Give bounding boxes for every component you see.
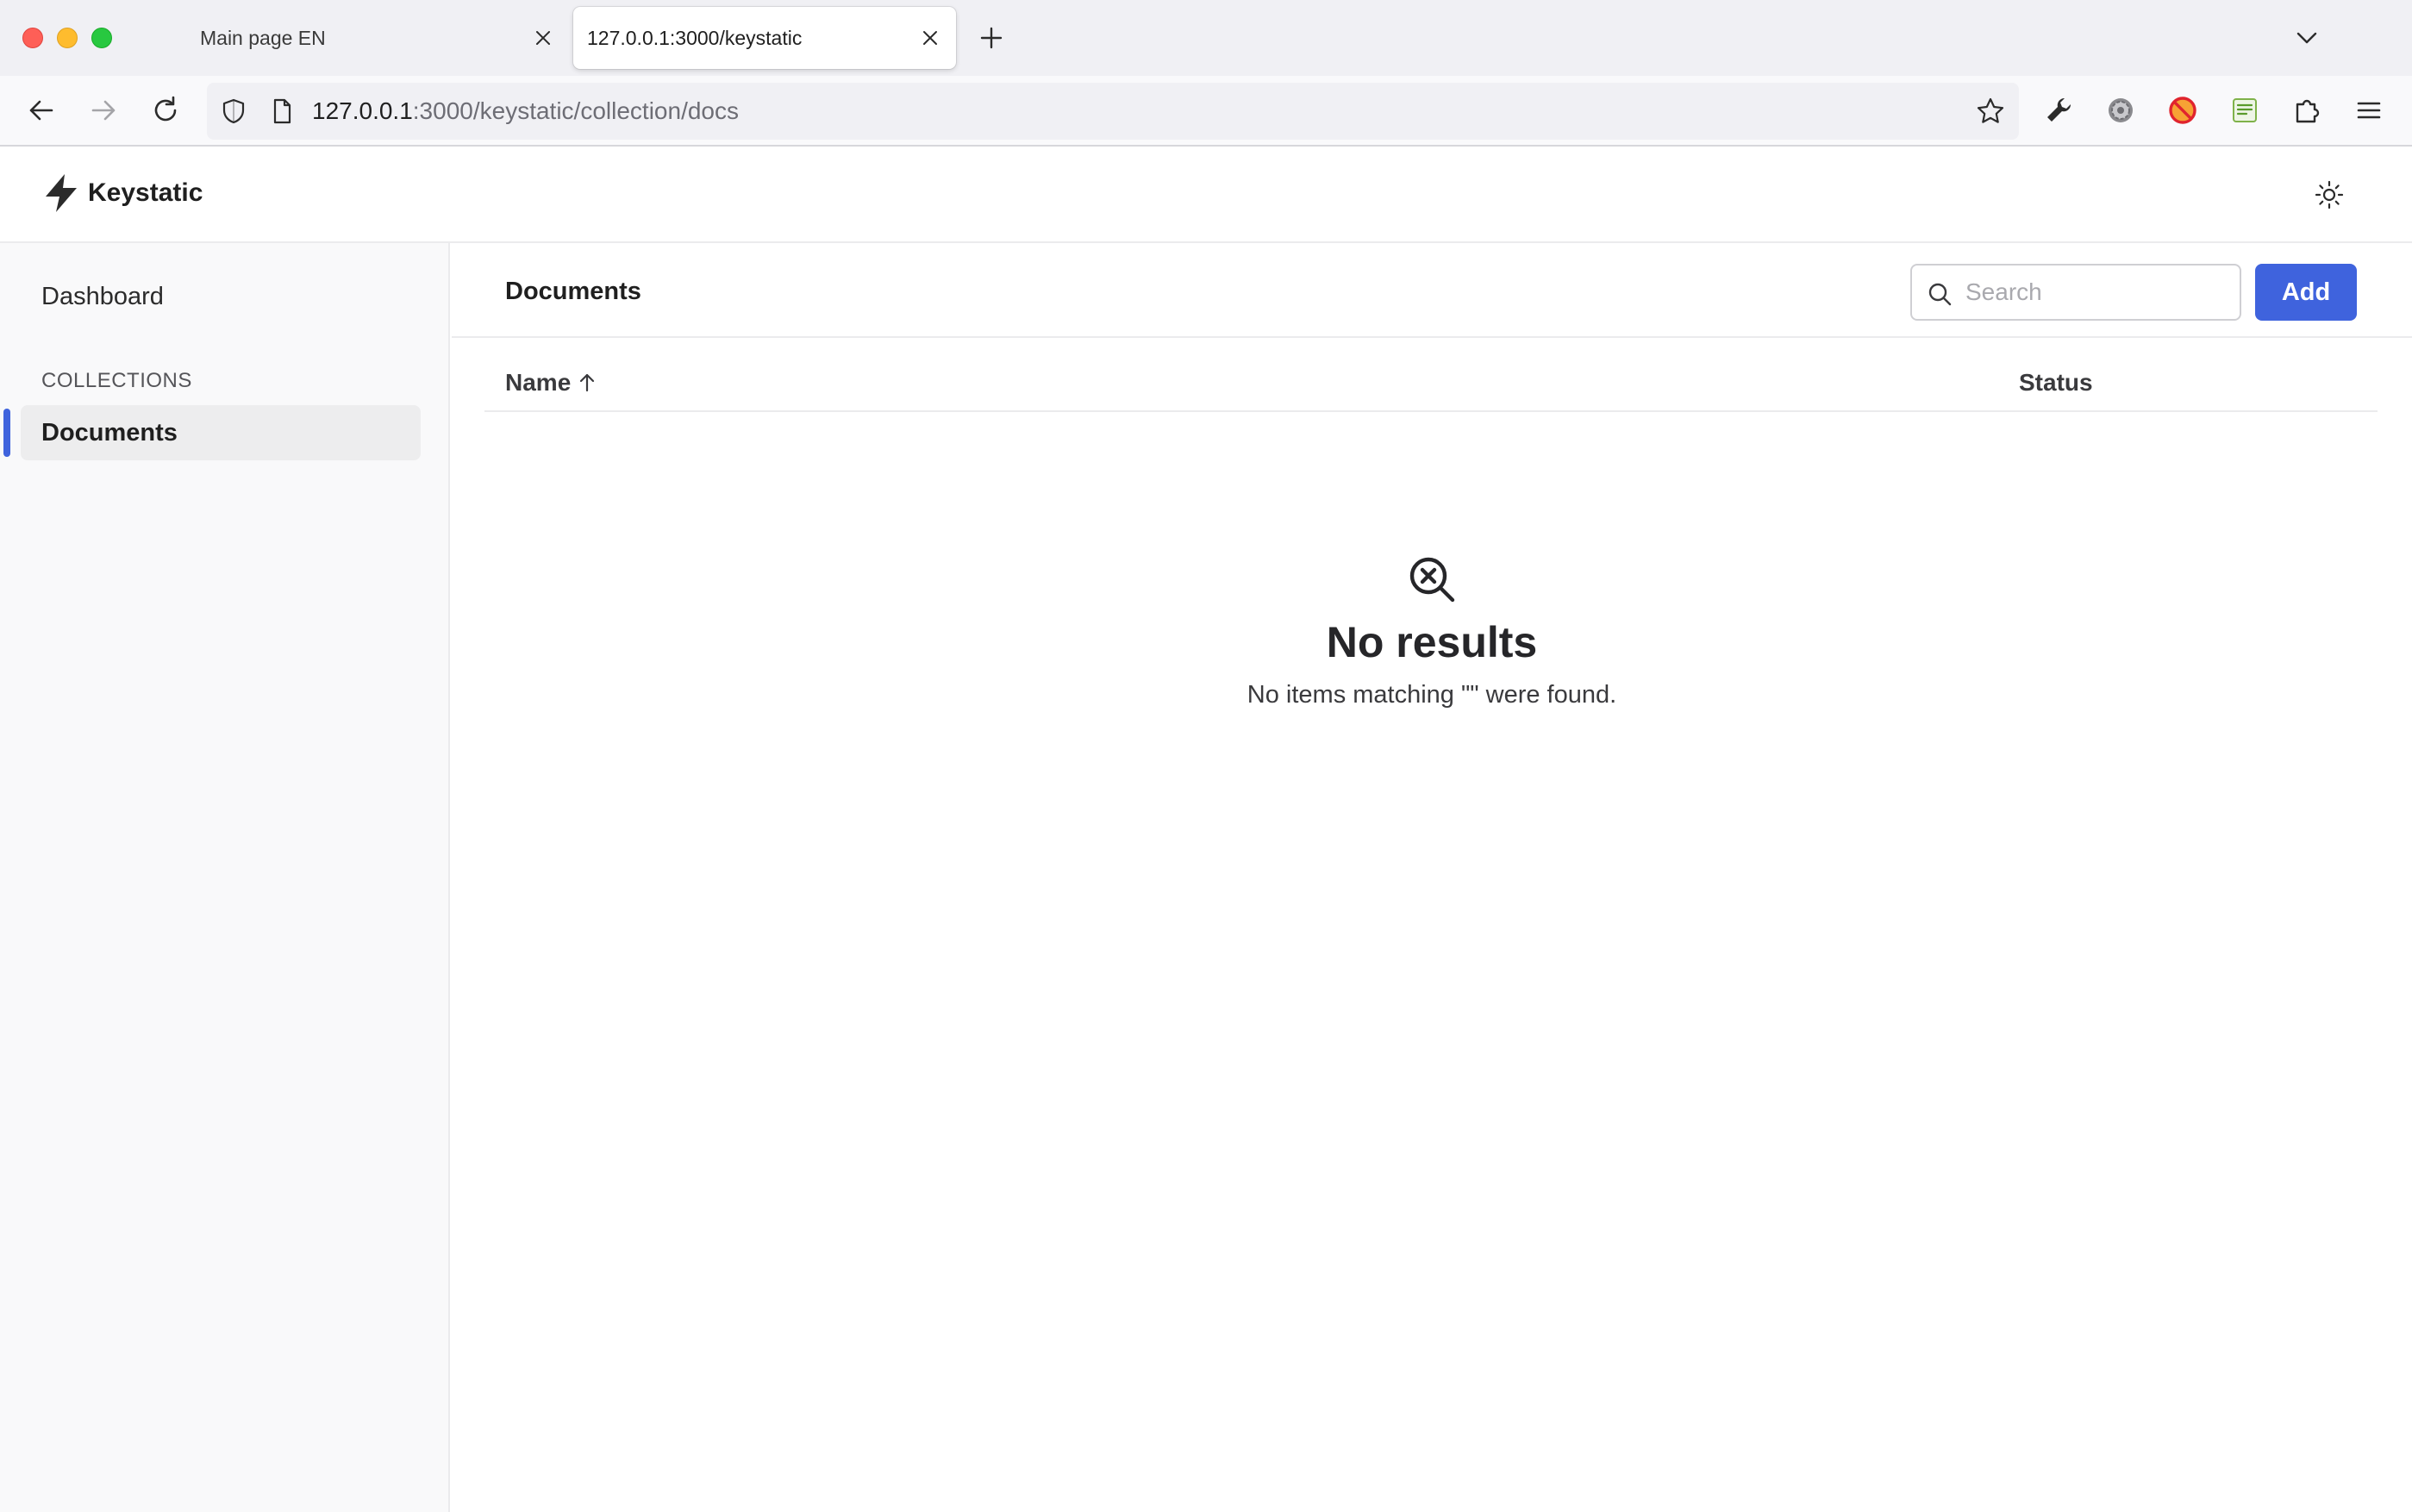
browser-tab-keystatic[interactable]: 127.0.0.1:3000/keystatic	[573, 7, 956, 69]
active-indicator	[3, 409, 10, 457]
shield-icon[interactable]	[219, 97, 248, 126]
empty-state-description: No items matching "" were found.	[1247, 681, 1617, 709]
page-icon[interactable]	[267, 97, 297, 126]
column-header-status[interactable]: Status	[2019, 369, 2093, 397]
tab-title: Main page EN	[200, 26, 326, 49]
blocked-extension-icon[interactable]	[2165, 93, 2200, 128]
search-field[interactable]	[1910, 264, 2241, 321]
hamburger-menu-icon[interactable]	[2352, 93, 2386, 128]
brand-link[interactable]: Keystatic	[41, 172, 203, 214]
gear-icon[interactable]	[2103, 93, 2138, 128]
sun-icon[interactable]	[2314, 179, 2345, 210]
close-icon[interactable]	[533, 28, 553, 48]
back-arrow-icon[interactable]	[24, 93, 59, 128]
sidebar-item-dashboard[interactable]: Dashboard	[21, 272, 421, 321]
reader-extension-icon[interactable]	[2228, 93, 2262, 128]
window-zoom-button[interactable]	[91, 28, 112, 48]
main-content: Documents Add Name Status No results No …	[452, 243, 2412, 1512]
app-header: Keystatic	[0, 147, 2412, 243]
add-button[interactable]: Add	[2255, 264, 2357, 321]
table-header: Name Status	[484, 366, 2378, 412]
wrench-icon[interactable]	[2041, 93, 2076, 128]
bookmark-star-icon[interactable]	[1976, 97, 2005, 126]
url-text[interactable]: 127.0.0.1:3000/keystatic/collection/docs	[312, 97, 739, 125]
puzzle-piece-icon[interactable]	[2290, 93, 2324, 128]
column-header-name[interactable]: Name	[505, 369, 598, 397]
search-x-icon	[1409, 557, 1455, 603]
sidebar-item-documents[interactable]: Documents	[21, 405, 421, 460]
tab-title: 127.0.0.1:3000/keystatic	[587, 26, 803, 49]
empty-state-title: No results	[1326, 618, 1538, 666]
arrow-up-icon	[580, 373, 595, 392]
url-bar[interactable]: 127.0.0.1:3000/keystatic/collection/docs	[207, 83, 2019, 140]
brand-name: Keystatic	[88, 178, 203, 207]
lightning-bolt-icon	[46, 174, 77, 212]
empty-state: No results No items matching "" were fou…	[452, 553, 2412, 709]
plus-icon[interactable]	[978, 24, 1005, 52]
url-host: 127.0.0.1	[312, 97, 413, 124]
chevron-down-icon[interactable]	[2293, 24, 2321, 52]
browser-navigation-bar: 127.0.0.1:3000/keystatic/collection/docs	[0, 76, 2412, 147]
sidebar: Dashboard COLLECTIONS Documents	[0, 243, 450, 1512]
window-minimize-button[interactable]	[57, 28, 78, 48]
forward-arrow-icon[interactable]	[86, 93, 121, 128]
page-title: Documents	[505, 278, 641, 305]
collection-toolbar: Documents Add	[452, 243, 2412, 338]
search-icon	[1928, 283, 1952, 306]
window-close-button[interactable]	[22, 28, 43, 48]
search-input[interactable]	[1965, 274, 2224, 310]
reload-icon[interactable]	[148, 93, 183, 128]
close-icon[interactable]	[920, 28, 940, 48]
column-label: Name	[505, 369, 572, 396]
browser-tab-strip: Main page EN 127.0.0.1:3000/keystatic	[0, 0, 2412, 76]
sidebar-section-heading: COLLECTIONS	[41, 369, 192, 392]
browser-tab-main-page[interactable]: Main page EN	[172, 7, 569, 69]
url-path: :3000/keystatic/collection/docs	[412, 97, 739, 124]
